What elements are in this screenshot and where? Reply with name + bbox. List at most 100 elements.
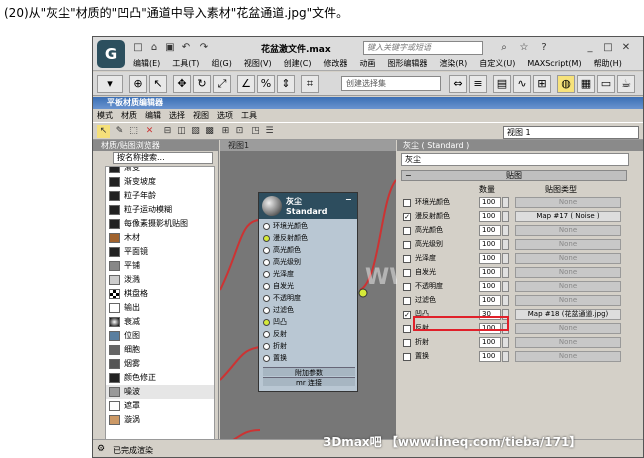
node-view[interactable]: 视图1 灰尘 Standard − 环境光颜色 漫反射颜色 高光颜色 高光级别	[220, 140, 552, 456]
amount-field[interactable]: 100	[479, 267, 501, 278]
open-file-icon[interactable]: ⌂	[147, 41, 161, 55]
undo-icon[interactable]: ↶	[179, 41, 193, 55]
map-enable-checkbox[interactable]	[403, 255, 411, 263]
map-button[interactable]: None	[515, 281, 621, 292]
slot-reflection[interactable]: 反射	[263, 329, 355, 340]
rollout-collapse-icon[interactable]: −	[405, 171, 412, 180]
amount-spinner[interactable]	[502, 225, 509, 236]
select-tool-icon[interactable]: ↖	[97, 125, 110, 138]
menu-animation[interactable]: 动画	[353, 57, 381, 70]
layer-icon[interactable]: ▤	[493, 75, 511, 93]
amount-field[interactable]: 100	[479, 337, 501, 348]
menu-modifiers[interactable]: 修改器	[317, 57, 353, 70]
slot-socket-icon[interactable]	[263, 259, 270, 266]
layout-children-icon[interactable]: ⊡	[233, 125, 246, 138]
sme-menu-mode[interactable]: 模式	[93, 109, 117, 122]
minimize-icon[interactable]: _	[583, 41, 597, 55]
map-button[interactable]: None	[515, 323, 621, 334]
menu-graph-editors[interactable]: 图形编辑器	[381, 57, 433, 70]
menu-maxscript[interactable]: MAXScript(M)	[521, 57, 587, 70]
sme-menu-tools[interactable]: 工具	[237, 109, 261, 122]
map-button[interactable]: None	[515, 253, 621, 264]
amount-field[interactable]: 100	[479, 239, 501, 250]
map-enable-checkbox[interactable]: ✓	[403, 213, 411, 221]
map-item-particle-age[interactable]: 粒子年龄	[106, 189, 214, 203]
slot-refraction[interactable]: 折射	[263, 341, 355, 352]
amount-field[interactable]: 100	[479, 211, 501, 222]
rotate-icon[interactable]: ↻	[193, 75, 211, 93]
menu-group[interactable]: 组(G)	[205, 57, 237, 70]
map-item-falloff[interactable]: 衰减	[106, 315, 214, 329]
map-item-checker[interactable]: 棋盘格	[106, 287, 214, 301]
map-item-output[interactable]: 输出	[106, 301, 214, 315]
map-item-wood[interactable]: 木材	[106, 231, 214, 245]
amount-field[interactable]: 100	[479, 253, 501, 264]
amount-spinner[interactable]	[502, 253, 509, 264]
material-node[interactable]: 灰尘 Standard − 环境光颜色 漫反射颜色 高光颜色 高光级别 光泽度 …	[258, 192, 358, 392]
map-enable-checkbox[interactable]	[403, 269, 411, 277]
delete-icon[interactable]: ✕	[143, 125, 156, 138]
map-item-gradient[interactable]: 渐变	[106, 167, 214, 175]
app-logo-icon[interactable]: G	[97, 40, 125, 68]
material-map-navigator-icon[interactable]: ◳	[249, 125, 262, 138]
slot-socket-icon[interactable]	[263, 235, 270, 242]
menu-customize[interactable]: 自定义(U)	[473, 57, 521, 70]
map-enable-checkbox[interactable]	[403, 297, 411, 305]
slot-socket-icon[interactable]	[263, 307, 270, 314]
show-background-icon[interactable]: ▩	[203, 125, 216, 138]
slot-socket-icon[interactable]	[263, 247, 270, 254]
scale-icon[interactable]: ⤢	[213, 75, 231, 93]
select-object-icon[interactable]: ↖	[149, 75, 167, 93]
map-enable-checkbox[interactable]: ✓	[403, 311, 411, 319]
sme-menu-options[interactable]: 选项	[213, 109, 237, 122]
map-item-tiles[interactable]: 平铺	[106, 259, 214, 273]
pick-material-icon[interactable]: ✎	[113, 125, 126, 138]
amount-spinner[interactable]	[502, 211, 509, 222]
show-map-icon[interactable]: ▧	[189, 125, 202, 138]
schematic-icon[interactable]: ⊞	[533, 75, 551, 93]
sme-menu-material[interactable]: 材质	[117, 109, 141, 122]
slot-specular-color[interactable]: 高光颜色	[263, 245, 355, 256]
amount-field[interactable]: 100	[479, 197, 501, 208]
menu-help[interactable]: 帮助(H)	[588, 57, 628, 70]
slot-socket-icon[interactable]	[263, 319, 270, 326]
menu-tools[interactable]: 工具(T)	[166, 57, 205, 70]
slot-opacity[interactable]: 不透明度	[263, 293, 355, 304]
map-item-mask[interactable]: 遮罩	[106, 399, 214, 413]
help-search-input[interactable]: 键入关键字或短语	[363, 41, 483, 55]
menu-create[interactable]: 创建(C)	[278, 57, 318, 70]
spinner-snap-icon[interactable]: ⇕	[277, 75, 295, 93]
close-icon[interactable]: ✕	[619, 41, 633, 55]
amount-spinner[interactable]	[502, 267, 509, 278]
percent-snap-icon[interactable]: %	[257, 75, 275, 93]
node-output-socket[interactable]	[358, 288, 368, 298]
selection-filter-dropdown[interactable]: ▾	[97, 75, 123, 93]
slot-socket-icon[interactable]	[263, 283, 270, 290]
map-enable-checkbox[interactable]	[403, 339, 411, 347]
node-extra-params[interactable]: 附加参数	[263, 367, 355, 377]
material-name-field[interactable]: 灰尘	[401, 153, 629, 166]
slot-socket-icon[interactable]	[263, 331, 270, 338]
map-item-smoke[interactable]: 烟雾	[106, 357, 214, 371]
search-icon[interactable]: ⌕	[497, 41, 511, 55]
amount-field[interactable]: 100	[479, 351, 501, 362]
map-item-gradient-ramp[interactable]: 渐变坡度	[106, 175, 214, 189]
curve-editor-icon[interactable]: ∿	[513, 75, 531, 93]
amount-spinner[interactable]	[502, 337, 509, 348]
map-button[interactable]: Map #17 ( Noise )	[515, 211, 621, 222]
view-selector[interactable]: 视图 1	[503, 126, 639, 139]
slot-displacement[interactable]: 置换	[263, 353, 355, 364]
redo-icon[interactable]: ↷	[197, 41, 211, 55]
slot-specular-level[interactable]: 高光级别	[263, 257, 355, 268]
slot-filter-color[interactable]: 过滤色	[263, 305, 355, 316]
amount-spinner[interactable]	[502, 351, 509, 362]
amount-spinner[interactable]	[502, 197, 509, 208]
map-button[interactable]: None	[515, 239, 621, 250]
map-enable-checkbox[interactable]	[403, 325, 411, 333]
put-to-scene-icon[interactable]: ⬚	[127, 125, 140, 138]
menu-edit[interactable]: 编辑(E)	[127, 57, 166, 70]
slot-socket-icon[interactable]	[263, 343, 270, 350]
map-enable-checkbox[interactable]	[403, 227, 411, 235]
slot-socket-icon[interactable]	[263, 355, 270, 362]
map-item-swirl[interactable]: 漩涡	[106, 413, 214, 427]
